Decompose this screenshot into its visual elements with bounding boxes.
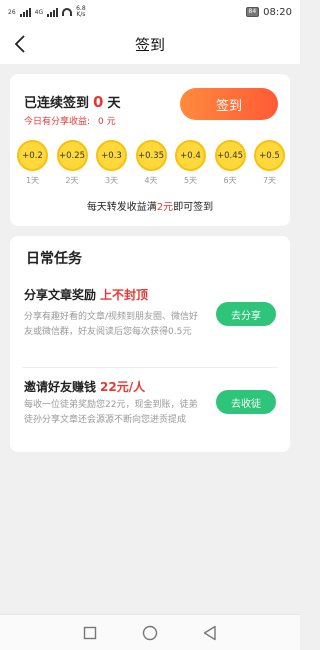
triangle-back-icon [203,625,216,640]
task-description: 分享有趣好看的文章/视频到朋友圈、微信好友或微信群，好友阅读后您每次获得0.5元 [24,312,199,337]
net-speed: 6.8 K/s [76,6,86,18]
coin-icon: +0.3 [96,140,127,171]
reward-day-7: +0.5 7天 [253,140,286,186]
task-title: 邀请好友赚钱 22元/人 [24,378,145,395]
section-title: 日常任务 [26,251,82,267]
reward-day-label: 1天 [25,176,40,185]
coin-icon: +0.35 [135,140,167,171]
task-invite: 邀请好友赚钱 22元/人 每收一位徒弟奖励您22元，现金到账，徒弟徒孙分享文章还会… [22,370,278,450]
invite-button[interactable]: 去收徒 [216,390,276,414]
streak-text: 已连续签到 0 天 [24,92,120,111]
reward-day-label: 4天 [144,176,158,185]
home-button[interactable] [140,623,160,643]
reward-day-label: 6天 [223,176,237,185]
status-bar: 26 4G 6.8 K/s 84 08:20 [0,0,300,24]
coin-icon: +0.5 [254,140,285,171]
today-earnings: 今日有分享收益: 0 元 [24,114,116,127]
checkin-card: 已连续签到 0 天 今日有分享收益: 0 元 签到 +0.2 1天 +0.25 2天 +0… [10,74,290,226]
task-title-text: 分享文章奖励 [24,288,97,302]
reward-day-4: +0.35 4天 [135,140,168,186]
status-left: 26 4G 6.8 K/s [8,6,86,18]
sim1-label: 26 [8,8,16,16]
back-button[interactable] [8,32,32,56]
signal-icon-2 [47,7,59,17]
streak-suffix: 天 [107,96,121,111]
recent-apps-button[interactable] [80,623,100,643]
reward-day-6: +0.45 6天 [214,140,247,186]
rule-amount: 2元 [156,202,174,213]
reward-day-2: +0.25 2天 [56,140,89,186]
coin-icon: +0.2 [17,140,48,171]
net-speed-unit: K/s [76,11,86,18]
reward-day-3: +0.3 3天 [95,140,128,186]
battery-level: 84 [248,8,257,15]
system-nav-bar [0,614,300,650]
status-right: 84 08:20 [245,6,292,18]
reward-day-label: 2天 [65,176,79,185]
signal-icon [19,7,31,17]
clock: 08:20 [263,6,292,18]
task-title-text: 邀请好友赚钱 [24,380,97,394]
coin-icon: +0.45 [214,140,246,171]
reward-row: +0.2 1天 +0.25 2天 +0.3 3天 +0.35 4天 +0.4 5天 +0.… [16,140,286,186]
circle-icon [142,625,158,640]
task-highlight: 22元/人 [100,380,146,394]
page-title: 签到 [134,35,165,54]
task-highlight: 上不封顶 [100,288,149,302]
reward-day-5: +0.4 5天 [174,140,207,186]
chevron-left-icon [14,35,25,53]
streak-days: 0 [93,93,104,111]
task-share: 分享文章奖励 上不封顶 分享有趣好看的文章/视频到朋友圈、微信好友或微信群，好友阅… [22,278,278,368]
task-description: 每收一位徒弟奖励您22元，现金到账，徒弟徒孙分享文章还会源源不断向您进贡提成 [24,400,198,425]
today-label: 今日有分享收益: [24,117,91,127]
rule-suffix: 即可签到 [173,202,214,213]
sim2-label: 4G [34,8,44,16]
system-back-button[interactable] [200,623,220,643]
wifi-icon [62,8,73,16]
coin-icon: +0.25 [56,140,88,171]
rule-prefix: 每天转发收益满 [86,202,157,213]
reward-day-1: +0.2 1天 [16,140,49,186]
reward-day-label: 5天 [183,176,198,185]
coin-icon: +0.4 [175,140,206,171]
nav-bar: 签到 [0,24,300,64]
square-icon [83,626,97,639]
today-value: 0 元 [98,117,116,127]
task-title: 分享文章奖励 上不封顶 [24,286,148,303]
checkin-rule: 每天转发收益满2元即可签到 [10,198,290,213]
sign-in-button[interactable]: 签到 [180,88,278,120]
streak-prefix: 已连续签到 [24,96,90,111]
reward-day-label: 3天 [104,176,119,185]
reward-day-label: 7天 [262,176,277,185]
battery-icon: 84 [245,7,260,17]
share-button[interactable]: 去分享 [216,302,276,326]
daily-tasks-card: 日常任务 分享文章奖励 上不封顶 分享有趣好看的文章/视频到朋友圈、微信好友或微信… [10,236,290,452]
